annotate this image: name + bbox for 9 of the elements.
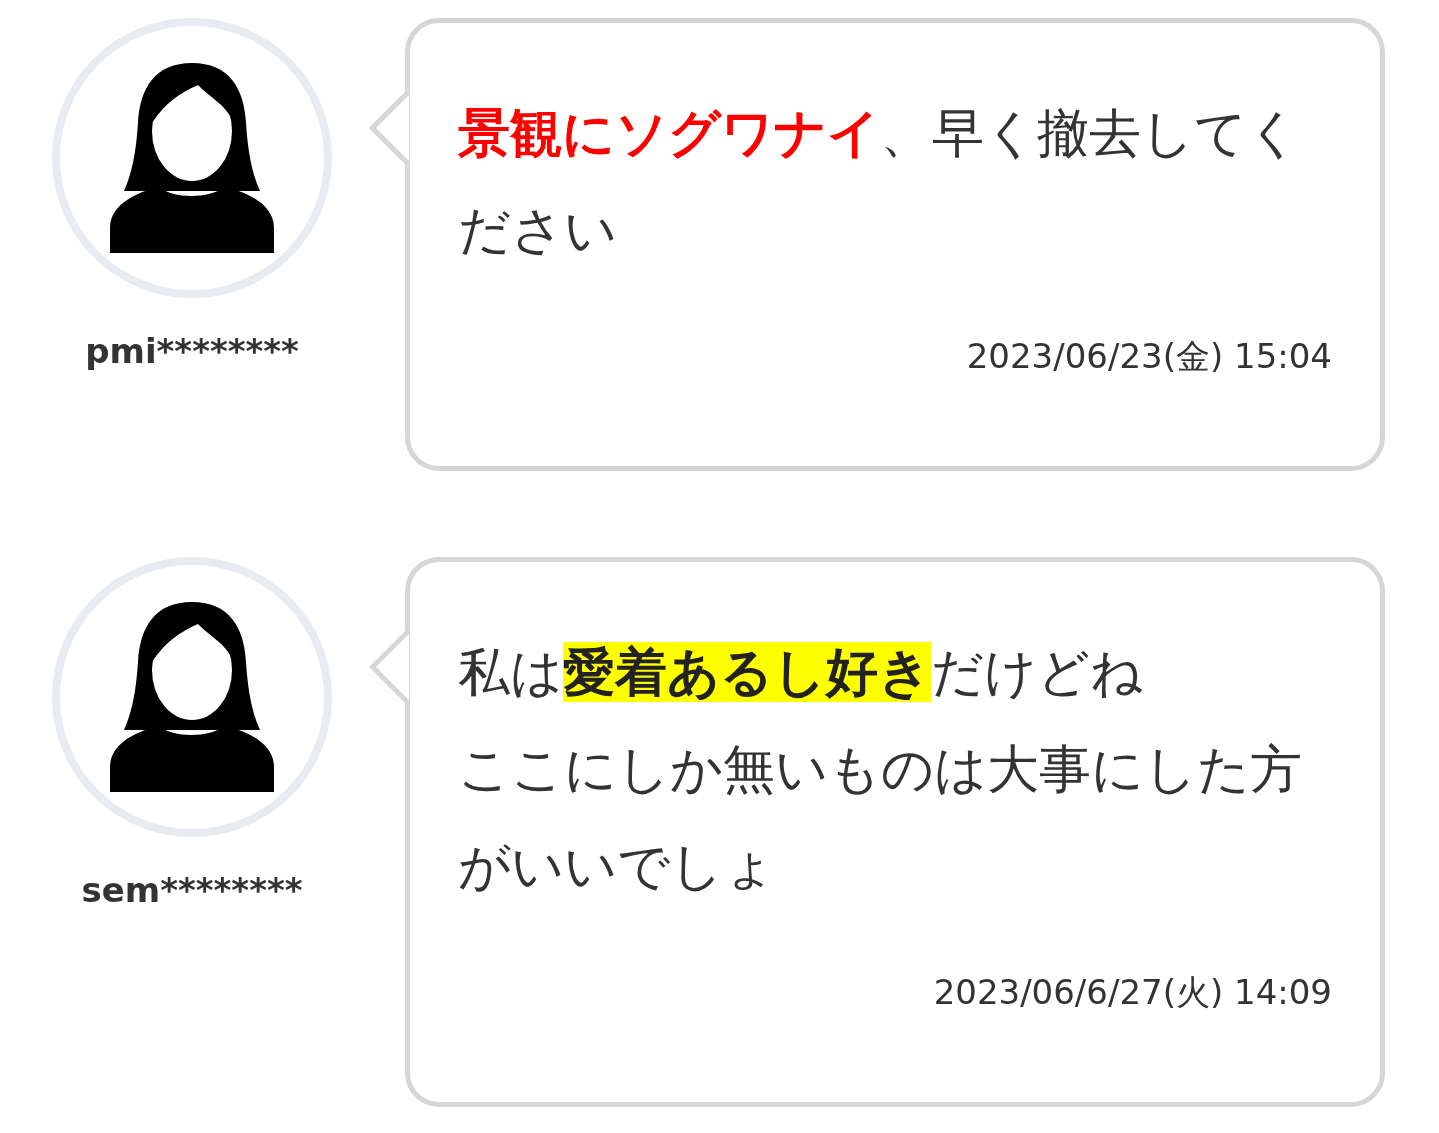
comment-date: 2023/06/23(金) 15:04 bbox=[966, 335, 1332, 378]
username: sem******** bbox=[81, 873, 303, 907]
comment-text: ここにしか無いものは大事にした方がいいでしょ bbox=[458, 738, 1303, 898]
username: pmi******** bbox=[85, 334, 299, 368]
comment-date: 2023/06/6/27(火) 14:09 bbox=[933, 971, 1332, 1014]
comment-text: 私は愛着あるし好きだけどね bbox=[458, 641, 1144, 704]
person-silhouette-icon bbox=[110, 602, 274, 792]
person-silhouette-icon bbox=[110, 63, 274, 253]
comment-text: 景観にソグワナイ、早く撤去してください bbox=[458, 102, 1301, 262]
